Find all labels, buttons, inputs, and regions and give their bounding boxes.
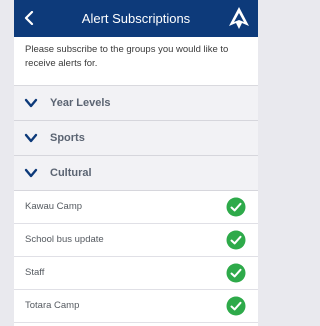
intro-text: Please subscribe to the groups you would… <box>25 44 229 69</box>
check-circle-icon[interactable] <box>226 263 246 283</box>
item-label: Staff <box>25 267 45 278</box>
app-screen: Alert Subscriptions Please subscribe to … <box>14 0 258 326</box>
page-title: Alert Subscriptions <box>81 11 191 26</box>
group-year-levels[interactable]: Year Levels <box>14 86 258 121</box>
group-sports[interactable]: Sports <box>14 121 258 156</box>
chevron-down-icon <box>24 98 38 108</box>
item-label: Kawau Camp <box>25 201 83 212</box>
item-label: Totara Camp <box>25 300 80 311</box>
check-circle-icon[interactable] <box>226 230 246 250</box>
list-item-totara-camp[interactable]: Totara Camp <box>14 290 258 323</box>
nav-bar: Alert Subscriptions <box>14 0 258 37</box>
school-logo-icon <box>229 7 249 29</box>
intro-panel: Please subscribe to the groups you would… <box>14 37 258 86</box>
group-label: Sports <box>50 132 85 144</box>
chevron-down-icon <box>24 133 38 143</box>
group-label: Year Levels <box>50 97 111 109</box>
item-label: School bus update <box>25 234 104 245</box>
list-item-staff[interactable]: Staff <box>14 257 258 290</box>
check-circle-icon[interactable] <box>226 197 246 217</box>
list-item-kawau-camp[interactable]: Kawau Camp <box>14 191 258 224</box>
group-label: Cultural <box>50 167 92 179</box>
chevron-down-icon <box>24 168 38 178</box>
check-circle-icon[interactable] <box>226 296 246 316</box>
list-item-school-bus-update[interactable]: School bus update <box>14 224 258 257</box>
group-cultural[interactable]: Cultural <box>14 156 258 191</box>
